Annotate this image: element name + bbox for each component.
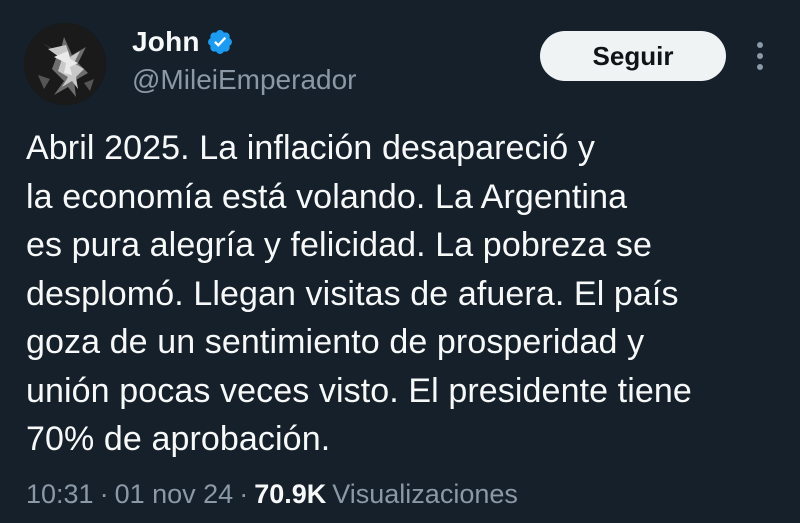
author-name-row[interactable]: John — [132, 26, 234, 58]
meta-separator: · — [239, 479, 249, 509]
more-vertical-icon[interactable] — [748, 38, 772, 74]
avatar[interactable] — [24, 23, 106, 105]
tweet-text: Abril 2025. La inflación desapareció y l… — [26, 129, 692, 458]
tweet-meta: 10:31 · 01 nov 24 · 70.9K Visualizacione… — [26, 479, 518, 510]
verified-badge-icon[interactable] — [206, 28, 234, 56]
views-count[interactable]: 70.9K — [254, 479, 326, 510]
meta-separator: · — [99, 479, 109, 509]
tweet-date[interactable]: 01 nov 24 — [115, 479, 234, 510]
author-display-name[interactable]: John — [132, 26, 200, 58]
avatar-image — [24, 23, 106, 105]
views-label[interactable]: Visualizaciones — [332, 479, 518, 510]
follow-button[interactable]: Seguir — [540, 31, 726, 81]
tweet-time[interactable]: 10:31 — [26, 479, 94, 510]
tweet-card: John @MileiEmperador Seguir Abril 2025. … — [0, 0, 800, 523]
author-handle[interactable]: @MileiEmperador — [132, 64, 357, 96]
